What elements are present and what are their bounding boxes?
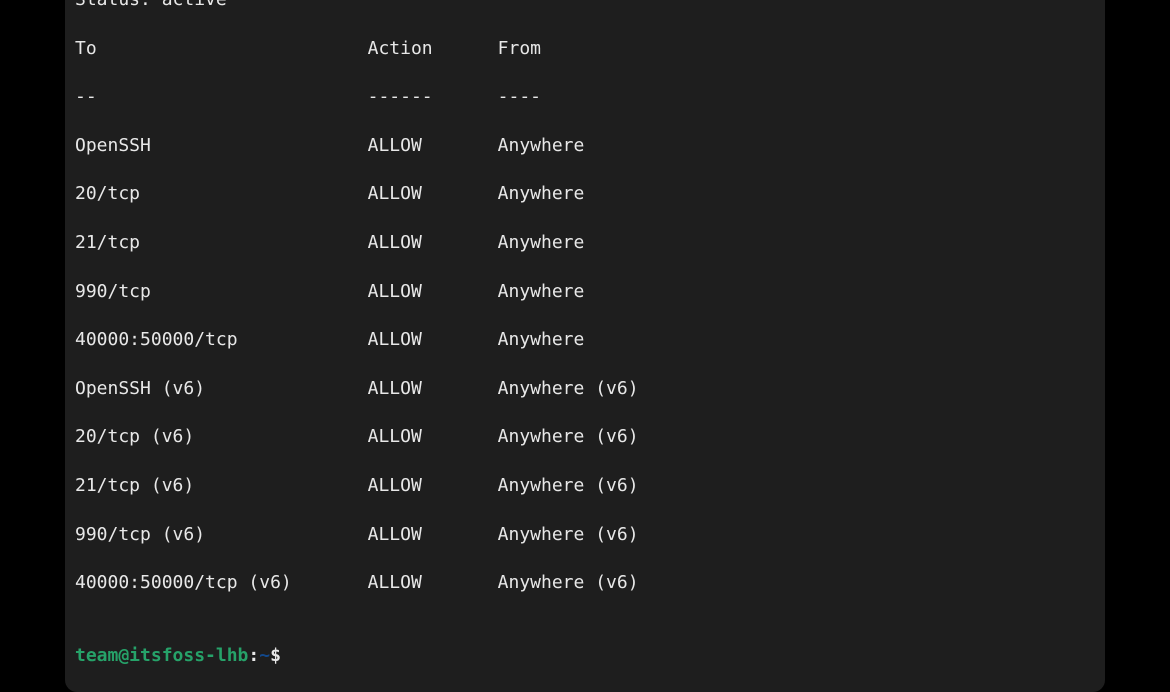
rule-from: Anywhere bbox=[498, 281, 585, 302]
rule-from: Anywhere bbox=[498, 329, 585, 350]
prompt-user-host: team@itsfoss-lhb bbox=[75, 645, 248, 666]
rule-to: OpenSSH bbox=[75, 135, 368, 156]
status-line: Status: active bbox=[75, 0, 1095, 12]
rule-row: 990/tcp ALLOW Anywhere bbox=[75, 280, 1095, 304]
prompt-colon: : bbox=[248, 645, 259, 666]
header-to: To bbox=[75, 38, 368, 59]
rule-action: ALLOW bbox=[368, 475, 498, 496]
rule-row: 21/tcp (v6) ALLOW Anywhere (v6) bbox=[75, 474, 1095, 498]
rule-row: 20/tcp (v6) ALLOW Anywhere (v6) bbox=[75, 425, 1095, 449]
rule-row: OpenSSH ALLOW Anywhere bbox=[75, 134, 1095, 158]
divider-to: -- bbox=[75, 86, 368, 107]
rule-row: OpenSSH (v6) ALLOW Anywhere (v6) bbox=[75, 377, 1095, 401]
header-action: Action bbox=[368, 38, 498, 59]
rule-to: 20/tcp (v6) bbox=[75, 426, 368, 447]
prompt-path: ~ bbox=[259, 645, 270, 666]
prompt-symbol: $ bbox=[270, 645, 281, 666]
table-header: To Action From bbox=[75, 37, 1095, 61]
rule-action: ALLOW bbox=[368, 329, 498, 350]
rule-action: ALLOW bbox=[368, 135, 498, 156]
rule-row: 21/tcp ALLOW Anywhere bbox=[75, 231, 1095, 255]
rule-to: 990/tcp bbox=[75, 281, 368, 302]
rule-action: ALLOW bbox=[368, 281, 498, 302]
rule-action: ALLOW bbox=[368, 524, 498, 545]
rule-from: Anywhere bbox=[498, 232, 585, 253]
terminal-body[interactable]: team@itsfoss-lhb:~$ sudo ufw statusStatu… bbox=[65, 0, 1105, 692]
header-from: From bbox=[498, 38, 541, 59]
rule-action: ALLOW bbox=[368, 378, 498, 399]
rule-from: Anywhere (v6) bbox=[498, 572, 639, 593]
rule-from: Anywhere (v6) bbox=[498, 426, 639, 447]
rule-action: ALLOW bbox=[368, 572, 498, 593]
rule-to: 40000:50000/tcp bbox=[75, 329, 368, 350]
rule-to: 21/tcp (v6) bbox=[75, 475, 368, 496]
rule-row: 40000:50000/tcp ALLOW Anywhere bbox=[75, 328, 1095, 352]
rule-to: 21/tcp bbox=[75, 232, 368, 253]
rule-row: 40000:50000/tcp (v6) ALLOW Anywhere (v6) bbox=[75, 571, 1095, 595]
rule-to: 20/tcp bbox=[75, 183, 368, 204]
rule-row: 990/tcp (v6) ALLOW Anywhere (v6) bbox=[75, 523, 1095, 547]
rule-from: Anywhere (v6) bbox=[498, 475, 639, 496]
table-divider: -- ------ ---- bbox=[75, 85, 1095, 109]
rule-from: Anywhere bbox=[498, 135, 585, 156]
rule-action: ALLOW bbox=[368, 426, 498, 447]
divider-from: ---- bbox=[498, 86, 541, 107]
rule-from: Anywhere (v6) bbox=[498, 524, 639, 545]
divider-action: ------ bbox=[368, 86, 498, 107]
rule-to: 990/tcp (v6) bbox=[75, 524, 368, 545]
rule-row: 20/tcp ALLOW Anywhere bbox=[75, 182, 1095, 206]
rule-from: Anywhere bbox=[498, 183, 585, 204]
rule-from: Anywhere (v6) bbox=[498, 378, 639, 399]
prompt-line: team@itsfoss-lhb:~$ bbox=[75, 644, 1095, 668]
terminal-window: team@itsfoss-lhb: ~ team@itsfoss-lhb:~$ … bbox=[65, 0, 1105, 692]
rule-action: ALLOW bbox=[368, 232, 498, 253]
rule-to: OpenSSH (v6) bbox=[75, 378, 368, 399]
rule-to: 40000:50000/tcp (v6) bbox=[75, 572, 368, 593]
rule-action: ALLOW bbox=[368, 183, 498, 204]
